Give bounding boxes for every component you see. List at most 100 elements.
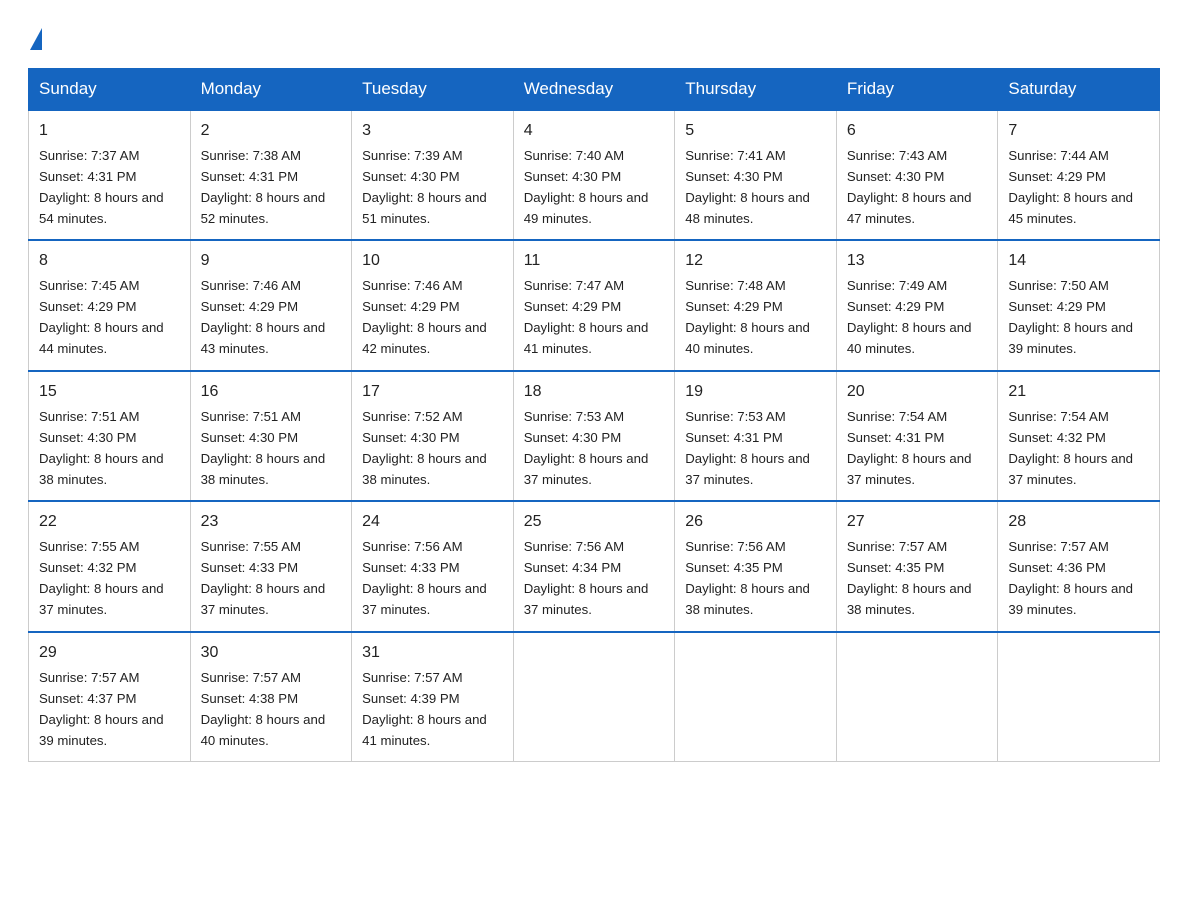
day-sunrise: Sunrise: 7:41 AM bbox=[685, 148, 785, 163]
day-number: 26 bbox=[685, 510, 826, 535]
day-sunset: Sunset: 4:30 PM bbox=[362, 430, 460, 445]
day-sunset: Sunset: 4:30 PM bbox=[685, 169, 783, 184]
day-sunset: Sunset: 4:35 PM bbox=[685, 560, 783, 575]
day-sunset: Sunset: 4:30 PM bbox=[201, 430, 299, 445]
day-sunrise: Sunrise: 7:43 AM bbox=[847, 148, 947, 163]
calendar-week-row: 8Sunrise: 7:45 AMSunset: 4:29 PMDaylight… bbox=[29, 240, 1160, 370]
calendar-cell: 24Sunrise: 7:56 AMSunset: 4:33 PMDayligh… bbox=[352, 501, 514, 631]
day-number: 23 bbox=[201, 510, 342, 535]
day-sunset: Sunset: 4:35 PM bbox=[847, 560, 945, 575]
day-number: 21 bbox=[1008, 380, 1149, 405]
day-sunset: Sunset: 4:37 PM bbox=[39, 691, 137, 706]
day-number: 17 bbox=[362, 380, 503, 405]
day-sunrise: Sunrise: 7:57 AM bbox=[847, 539, 947, 554]
day-daylight: Daylight: 8 hours and 39 minutes. bbox=[1008, 581, 1133, 617]
calendar-cell: 8Sunrise: 7:45 AMSunset: 4:29 PMDaylight… bbox=[29, 240, 191, 370]
calendar-cell: 26 Sunrise: 7:56 AM Sunset: 4:35 PM Dayligh… bbox=[675, 501, 837, 631]
calendar-header-wednesday: Wednesday bbox=[513, 69, 675, 111]
day-number: 4 bbox=[524, 119, 665, 144]
day-daylight: Daylight: 8 hours and 37 minutes. bbox=[847, 451, 972, 487]
day-sunrise: Sunrise: 7:56 AM bbox=[524, 539, 624, 554]
day-sunset: Sunset: 4:30 PM bbox=[847, 169, 945, 184]
day-sunrise: Sunrise: 7:47 AM bbox=[524, 278, 624, 293]
day-daylight: Daylight: 8 hours and 38 minutes. bbox=[39, 451, 164, 487]
calendar-cell: 13Sunrise: 7:49 AMSunset: 4:29 PMDayligh… bbox=[836, 240, 998, 370]
day-sunrise: Sunrise: 7:57 AM bbox=[362, 670, 462, 685]
day-number: 18 bbox=[524, 380, 665, 405]
day-daylight: Daylight: 8 hours and 37 minutes. bbox=[362, 581, 487, 617]
day-number: 27 bbox=[847, 510, 988, 535]
day-number: 31 bbox=[362, 641, 503, 666]
calendar-cell: 6Sunrise: 7:43 AMSunset: 4:30 PMDaylight… bbox=[836, 110, 998, 240]
day-sunset: Sunset: 4:31 PM bbox=[685, 430, 783, 445]
day-sunset: Sunset: 4:30 PM bbox=[362, 169, 460, 184]
calendar-cell bbox=[836, 632, 998, 762]
calendar-week-row: 22Sunrise: 7:55 AMSunset: 4:32 PMDayligh… bbox=[29, 501, 1160, 631]
calendar-header-row: SundayMondayTuesdayWednesdayThursdayFrid… bbox=[29, 69, 1160, 111]
calendar-cell: 19Sunrise: 7:53 AMSunset: 4:31 PMDayligh… bbox=[675, 371, 837, 501]
calendar-header-saturday: Saturday bbox=[998, 69, 1160, 111]
calendar-cell: 20Sunrise: 7:54 AMSunset: 4:31 PMDayligh… bbox=[836, 371, 998, 501]
logo-triangle-icon bbox=[30, 28, 42, 50]
day-daylight: Daylight: 8 hours and 54 minutes. bbox=[39, 190, 164, 226]
day-sunrise: Sunrise: 7:57 AM bbox=[39, 670, 139, 685]
day-number: 12 bbox=[685, 249, 826, 274]
calendar-header-thursday: Thursday bbox=[675, 69, 837, 111]
day-sunset: Sunset: 4:29 PM bbox=[39, 299, 137, 314]
day-sunrise: Sunrise: 7:46 AM bbox=[201, 278, 301, 293]
calendar-cell: 23Sunrise: 7:55 AMSunset: 4:33 PMDayligh… bbox=[190, 501, 352, 631]
day-daylight: Daylight: 8 hours and 37 minutes. bbox=[39, 581, 164, 617]
day-daylight: Daylight: 8 hours and 41 minutes. bbox=[362, 712, 487, 748]
day-number: 28 bbox=[1008, 510, 1149, 535]
calendar-cell: 22Sunrise: 7:55 AMSunset: 4:32 PMDayligh… bbox=[29, 501, 191, 631]
day-daylight: Daylight: 8 hours and 38 minutes. bbox=[847, 581, 972, 617]
day-sunrise: Sunrise: 7:54 AM bbox=[1008, 409, 1108, 424]
day-sunrise: Sunrise: 7:55 AM bbox=[39, 539, 139, 554]
calendar-cell: 30Sunrise: 7:57 AMSunset: 4:38 PMDayligh… bbox=[190, 632, 352, 762]
calendar-cell: 21Sunrise: 7:54 AMSunset: 4:32 PMDayligh… bbox=[998, 371, 1160, 501]
day-sunrise: Sunrise: 7:55 AM bbox=[201, 539, 301, 554]
calendar-cell: 14Sunrise: 7:50 AMSunset: 4:29 PMDayligh… bbox=[998, 240, 1160, 370]
calendar-cell: 3Sunrise: 7:39 AMSunset: 4:30 PMDaylight… bbox=[352, 110, 514, 240]
day-sunrise: Sunrise: 7:37 AM bbox=[39, 148, 139, 163]
calendar-header-tuesday: Tuesday bbox=[352, 69, 514, 111]
day-daylight: Daylight: 8 hours and 37 minutes. bbox=[201, 581, 326, 617]
calendar-cell: 27 Sunrise: 7:57 AM Sunset: 4:35 PM Dayligh… bbox=[836, 501, 998, 631]
day-sunset: Sunset: 4:39 PM bbox=[362, 691, 460, 706]
day-sunrise: Sunrise: 7:56 AM bbox=[685, 539, 785, 554]
logo bbox=[28, 24, 46, 50]
day-sunset: Sunset: 4:31 PM bbox=[201, 169, 299, 184]
day-daylight: Daylight: 8 hours and 40 minutes. bbox=[847, 320, 972, 356]
day-daylight: Daylight: 8 hours and 39 minutes. bbox=[39, 712, 164, 748]
day-number: 25 bbox=[524, 510, 665, 535]
day-number: 11 bbox=[524, 249, 665, 274]
day-sunset: Sunset: 4:31 PM bbox=[847, 430, 945, 445]
calendar-cell: 18Sunrise: 7:53 AMSunset: 4:30 PMDayligh… bbox=[513, 371, 675, 501]
day-daylight: Daylight: 8 hours and 39 minutes. bbox=[1008, 320, 1133, 356]
day-sunset: Sunset: 4:38 PM bbox=[201, 691, 299, 706]
day-daylight: Daylight: 8 hours and 37 minutes. bbox=[685, 451, 810, 487]
day-daylight: Daylight: 8 hours and 38 minutes. bbox=[201, 451, 326, 487]
calendar-cell: 15Sunrise: 7:51 AMSunset: 4:30 PMDayligh… bbox=[29, 371, 191, 501]
day-daylight: Daylight: 8 hours and 40 minutes. bbox=[685, 320, 810, 356]
calendar-cell: 31 Sunrise: 7:57 AM Sunset: 4:39 PM Dayligh… bbox=[352, 632, 514, 762]
day-sunset: Sunset: 4:29 PM bbox=[362, 299, 460, 314]
day-number: 1 bbox=[39, 119, 180, 144]
day-daylight: Daylight: 8 hours and 47 minutes. bbox=[847, 190, 972, 226]
calendar-cell: 4Sunrise: 7:40 AMSunset: 4:30 PMDaylight… bbox=[513, 110, 675, 240]
day-daylight: Daylight: 8 hours and 48 minutes. bbox=[685, 190, 810, 226]
calendar-cell: 17Sunrise: 7:52 AMSunset: 4:30 PMDayligh… bbox=[352, 371, 514, 501]
day-number: 2 bbox=[201, 119, 342, 144]
day-number: 3 bbox=[362, 119, 503, 144]
calendar-cell: 1Sunrise: 7:37 AMSunset: 4:31 PMDaylight… bbox=[29, 110, 191, 240]
day-daylight: Daylight: 8 hours and 38 minutes. bbox=[685, 581, 810, 617]
calendar-cell bbox=[675, 632, 837, 762]
day-number: 14 bbox=[1008, 249, 1149, 274]
day-sunset: Sunset: 4:33 PM bbox=[362, 560, 460, 575]
day-number: 7 bbox=[1008, 119, 1149, 144]
day-daylight: Daylight: 8 hours and 49 minutes. bbox=[524, 190, 649, 226]
day-number: 8 bbox=[39, 249, 180, 274]
day-daylight: Daylight: 8 hours and 41 minutes. bbox=[524, 320, 649, 356]
day-sunrise: Sunrise: 7:49 AM bbox=[847, 278, 947, 293]
day-sunrise: Sunrise: 7:53 AM bbox=[524, 409, 624, 424]
